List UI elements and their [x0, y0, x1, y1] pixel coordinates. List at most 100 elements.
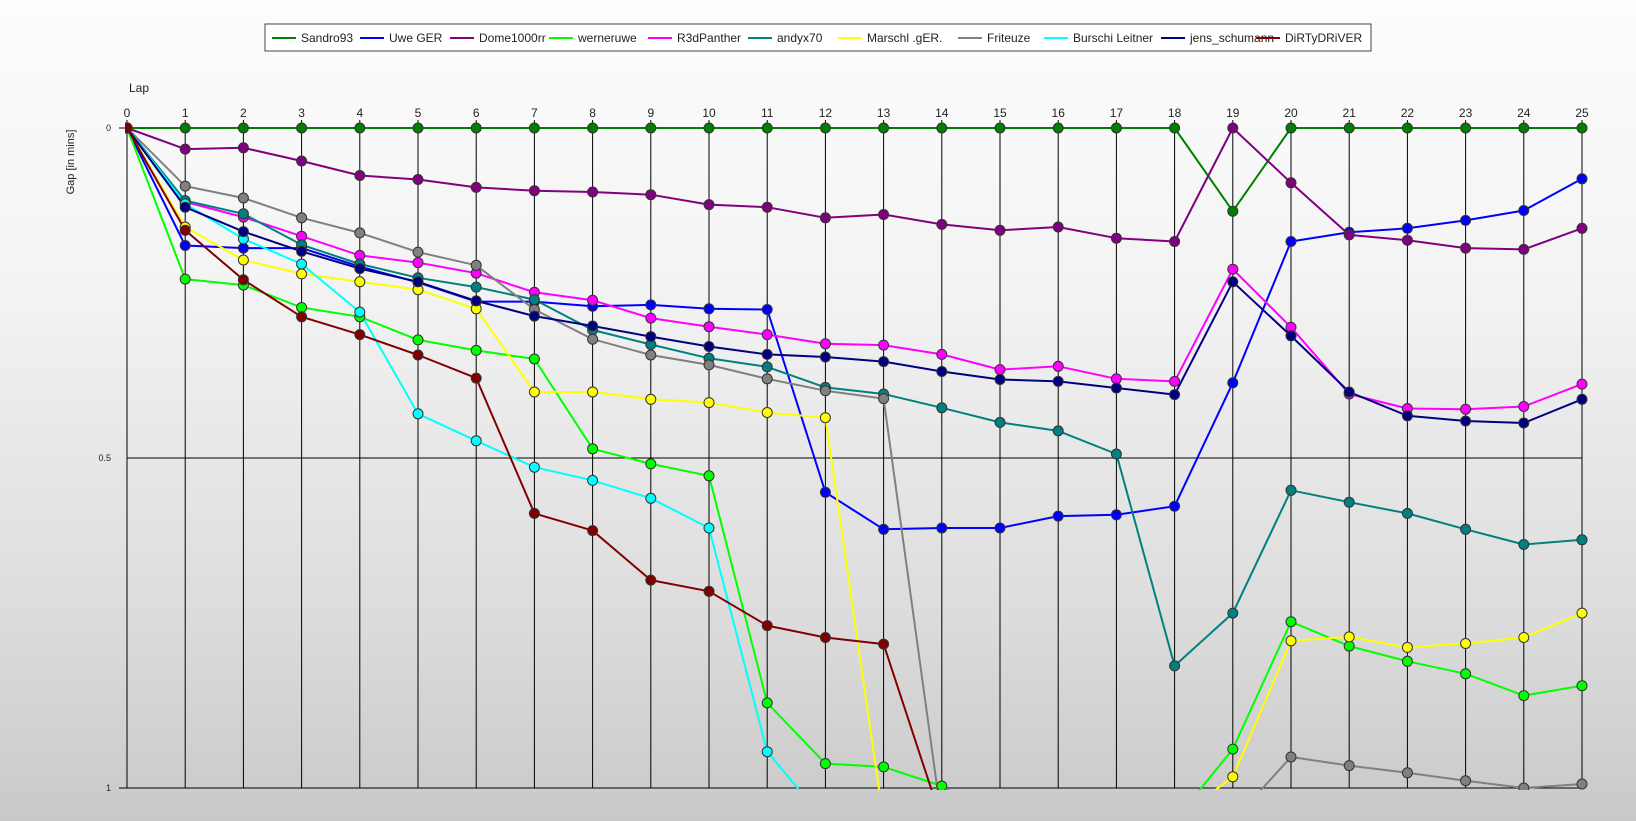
data-point-dome1000rr — [412, 174, 424, 185]
data-point-friteuze — [354, 227, 366, 239]
data-point-friteuze — [1343, 760, 1355, 772]
data-point-andyx70 — [1518, 539, 1530, 550]
data-point-werneruwe — [412, 334, 424, 346]
data-point-marschl-ger — [1343, 631, 1355, 643]
data-point-sandro93 — [587, 122, 599, 134]
data-point-werneruwe — [645, 458, 657, 470]
data-point-werneruwe — [470, 344, 482, 356]
x-tick-label: 4 — [356, 106, 363, 120]
series-line-uwe-ger — [126, 127, 1583, 531]
data-point-r3dpanther — [1576, 378, 1588, 390]
data-point-sandro93 — [1169, 122, 1181, 134]
data-point-andyx70 — [1227, 607, 1239, 619]
legend-label-sandro93: Sandro93 — [301, 31, 353, 45]
data-point-uwe-ger — [1401, 222, 1413, 234]
data-point-dome1000rr — [761, 201, 773, 213]
x-tick-label: 1 — [182, 106, 189, 120]
data-point-marschl-ger — [354, 276, 366, 288]
data-point-dirtydriver — [179, 224, 191, 236]
data-point-marschl-ger — [645, 393, 657, 405]
data-point-r3dpanther — [1227, 263, 1239, 275]
data-point-dirtydriver — [878, 638, 890, 650]
data-point-sandro93 — [994, 122, 1006, 134]
data-point-jens-schumann — [1227, 276, 1239, 288]
data-point-friteuze — [645, 349, 657, 361]
x-tick-label: 10 — [702, 106, 716, 120]
data-point-marschl-ger — [761, 407, 773, 418]
data-point-marschl-ger — [1460, 638, 1472, 649]
legend-label-marschl-ger: Marschl .gER. — [867, 31, 942, 45]
data-point-sandro93 — [528, 122, 540, 134]
data-point-sandro93 — [1343, 122, 1355, 134]
data-point-dirtydriver — [237, 274, 249, 286]
data-point-andyx70 — [1169, 660, 1181, 672]
data-point-werneruwe — [703, 470, 715, 482]
data-point-marschl-ger — [587, 386, 599, 398]
data-point-jens-schumann — [645, 331, 657, 343]
data-point-sandro93 — [1227, 205, 1239, 217]
data-point-werneruwe — [587, 443, 599, 455]
data-point-r3dpanther — [1110, 373, 1122, 385]
data-point-dirtydriver — [645, 574, 657, 586]
legend-label-r3dpanther: R3dPanther — [677, 31, 741, 45]
data-point-sandro93 — [1110, 122, 1122, 134]
data-point-burschi-leitner — [354, 306, 366, 318]
data-point-sandro93 — [412, 122, 424, 134]
x-axis-label: Lap — [129, 81, 149, 95]
data-point-uwe-ger — [1576, 173, 1588, 185]
data-point-uwe-ger — [1052, 510, 1064, 522]
data-point-burschi-leitner — [528, 461, 540, 473]
data-point-sandro93 — [878, 122, 890, 134]
x-tick-label: 17 — [1110, 106, 1124, 120]
data-point-sandro93 — [703, 122, 715, 134]
data-point-sandro93 — [1285, 122, 1297, 134]
data-point-dome1000rr — [528, 185, 540, 197]
data-point-uwe-ger — [761, 304, 773, 315]
y-tick-label: 1 — [106, 783, 111, 793]
data-point-andyx70 — [994, 416, 1006, 428]
data-point-andyx70 — [1285, 484, 1297, 496]
data-point-jens-schumann — [936, 366, 948, 377]
data-point-dome1000rr — [587, 186, 599, 198]
data-point-r3dpanther — [994, 364, 1006, 376]
data-point-friteuze — [703, 359, 715, 371]
x-tick-label: 24 — [1517, 106, 1531, 120]
x-tick-label: 23 — [1459, 106, 1473, 120]
data-point-dome1000rr — [1110, 232, 1122, 244]
data-point-marschl-ger — [703, 397, 715, 409]
data-point-friteuze — [296, 212, 308, 224]
data-point-friteuze — [878, 393, 890, 405]
legend-label-dirtydriver: DiRTyDRiVER — [1285, 31, 1362, 45]
data-point-werneruwe — [819, 758, 831, 770]
data-point-jens-schumann — [1110, 382, 1122, 394]
data-point-marschl-ger — [1518, 632, 1530, 643]
data-point-dirtydriver — [528, 507, 540, 519]
data-point-jens-schumann — [470, 295, 482, 307]
data-point-r3dpanther — [587, 294, 599, 306]
data-point-sandro93 — [1576, 122, 1588, 134]
data-point-jens-schumann — [1460, 415, 1472, 427]
data-point-dome1000rr — [296, 155, 308, 167]
data-point-uwe-ger — [1285, 236, 1297, 247]
data-point-marschl-ger — [296, 268, 308, 280]
x-tick-label: 3 — [298, 106, 305, 120]
data-point-sandro93 — [470, 122, 482, 134]
data-point-uwe-ger — [936, 522, 948, 534]
data-point-friteuze — [819, 385, 831, 397]
data-point-r3dpanther — [703, 321, 715, 333]
series-lines — [126, 127, 1583, 790]
data-point-andyx70 — [761, 361, 773, 373]
data-point-dirtydriver — [470, 372, 482, 384]
x-tick-label: 7 — [531, 106, 538, 120]
data-point-dome1000rr — [645, 189, 657, 201]
data-point-marschl-ger — [1285, 635, 1297, 647]
data-point-friteuze — [412, 246, 424, 258]
data-point-dirtydriver — [296, 311, 308, 323]
data-point-friteuze — [1576, 778, 1588, 790]
x-tick-label: 2 — [240, 106, 247, 120]
data-point-dome1000rr — [1169, 236, 1181, 247]
data-point-dome1000rr — [354, 170, 366, 181]
data-point-uwe-ger — [878, 523, 890, 535]
data-point-friteuze — [470, 259, 482, 271]
data-point-jens-schumann — [761, 348, 773, 360]
